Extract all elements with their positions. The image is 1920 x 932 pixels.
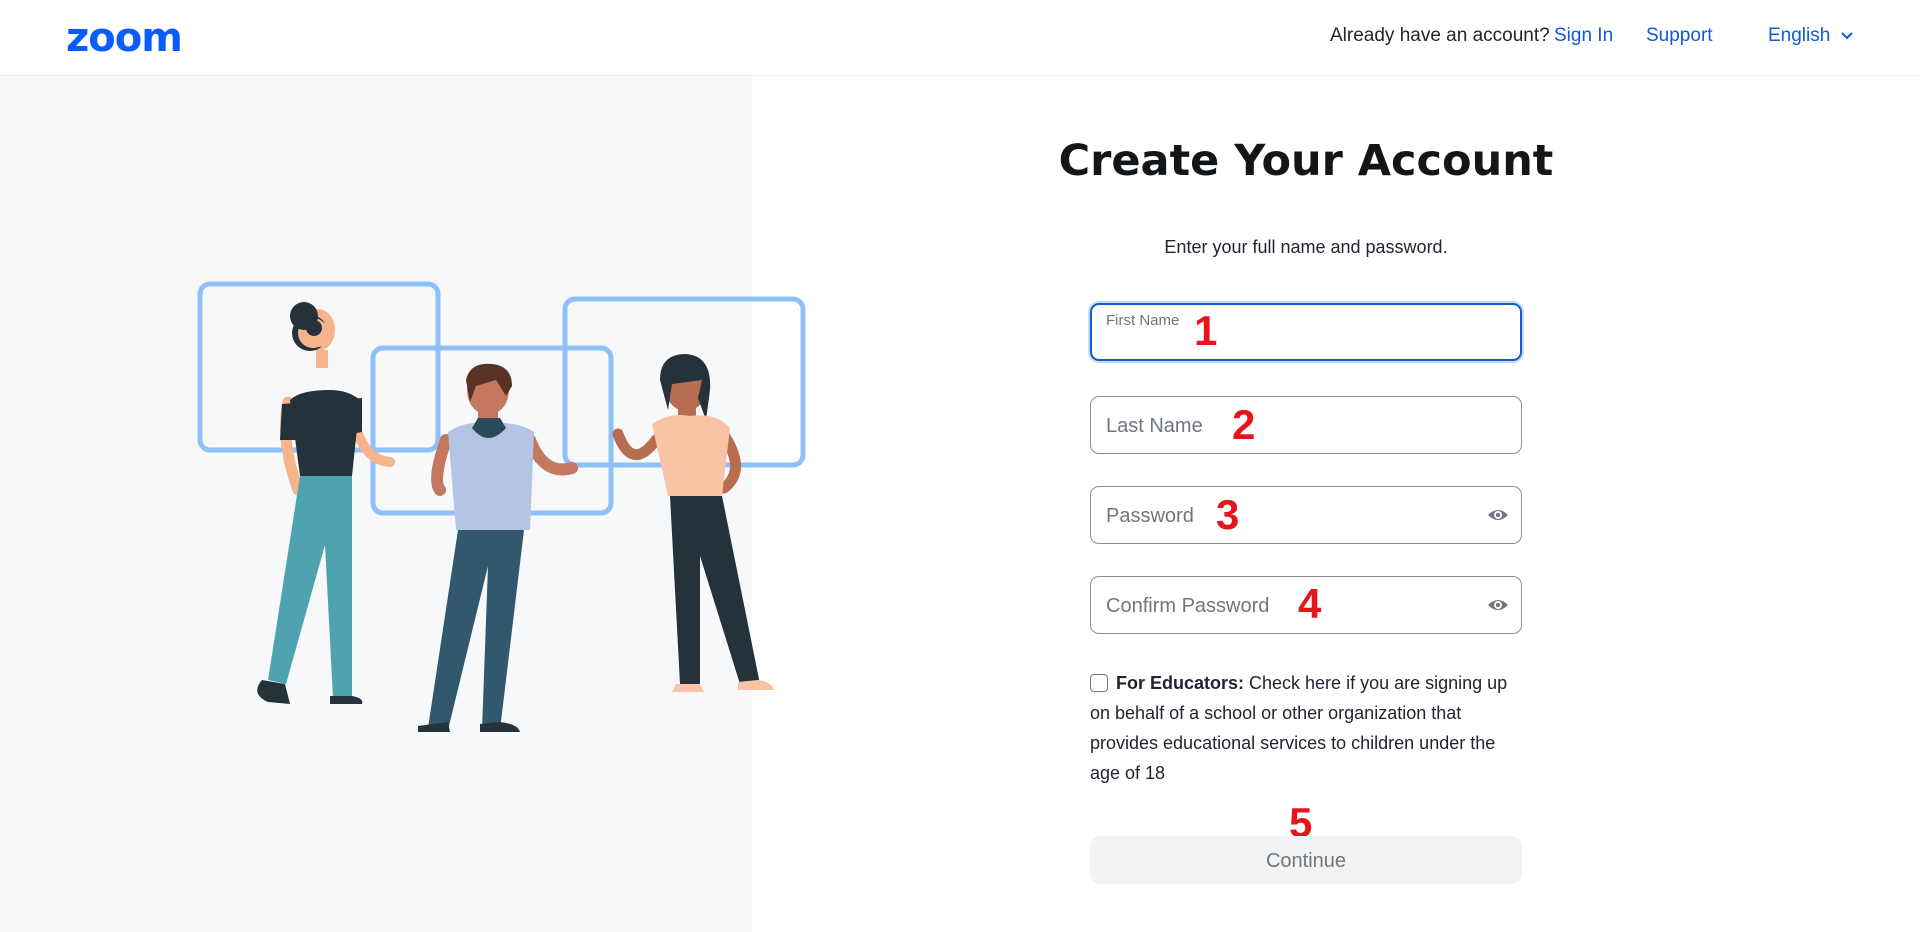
form-subtitle: Enter your full name and password. (1164, 237, 1448, 257)
person-man-middle (418, 363, 578, 732)
first-name-field[interactable]: First Name (1090, 303, 1522, 361)
first-name-label: First Name (1106, 312, 1180, 329)
last-name-placeholder: Last Name (1106, 415, 1203, 437)
zoom-logo[interactable]: zoom (66, 14, 183, 62)
page-title: Create Your Account (1058, 136, 1554, 186)
language-label: English (1768, 25, 1831, 46)
annotation-marker-2: 2 (1232, 401, 1256, 448)
password-placeholder: Password (1106, 505, 1194, 527)
already-have-account-text: Already have an account? (1330, 25, 1550, 46)
eye-icon[interactable] (1487, 507, 1509, 523)
sign-in-link[interactable]: Sign In (1554, 24, 1613, 48)
confirm-password-placeholder: Confirm Password (1106, 595, 1270, 617)
language-selector[interactable]: English (1768, 24, 1854, 48)
top-header: zoom Already have an account? Sign In Su… (0, 0, 1920, 76)
educators-section: For Educators: Check here if you are sig… (1090, 668, 1530, 788)
annotation-marker-3: 3 (1216, 491, 1240, 538)
people-illustration (197, 281, 806, 732)
annotation-marker-1: 1 (1194, 307, 1218, 354)
last-name-field[interactable]: Last Name (1090, 396, 1522, 454)
eye-icon[interactable] (1487, 597, 1509, 613)
person-woman-right (612, 354, 774, 692)
educators-label: For Educators: (1116, 673, 1245, 693)
chevron-down-icon (1841, 32, 1854, 40)
educators-checkbox[interactable] (1090, 674, 1108, 692)
continue-button[interactable]: Continue (1090, 836, 1522, 884)
support-link[interactable]: Support (1646, 24, 1713, 48)
annotation-marker-4: 4 (1298, 580, 1322, 627)
password-field[interactable]: Password (1090, 486, 1522, 544)
person-woman-left (257, 302, 395, 704)
